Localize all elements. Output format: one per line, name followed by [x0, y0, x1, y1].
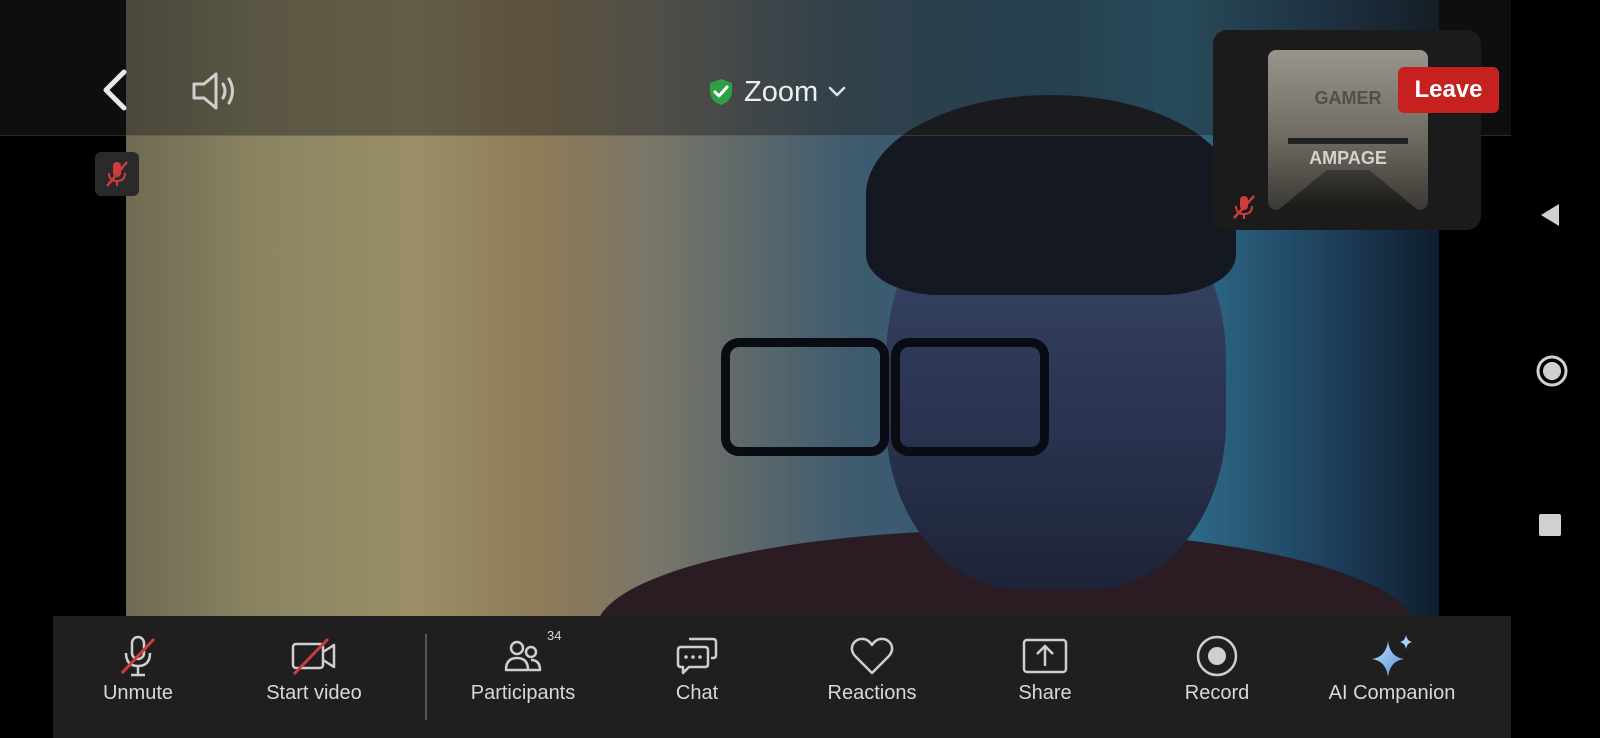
speaker-button[interactable] — [190, 70, 240, 112]
chat-label: Chat — [675, 682, 719, 704]
back-button[interactable] — [98, 68, 134, 112]
reactions-label: Reactions — [827, 682, 917, 704]
meeting-title-button[interactable]: Zoom — [708, 72, 846, 112]
glasses-left-lens — [721, 338, 889, 456]
mic-off-icon — [120, 635, 156, 677]
speaker-mute-indicator — [95, 152, 139, 196]
share-button[interactable]: Share — [970, 632, 1120, 722]
toolbar-divider — [425, 634, 427, 720]
record-label: Record — [1184, 682, 1250, 704]
nav-back-button[interactable] — [1535, 200, 1565, 235]
start-video-button[interactable]: Start video — [239, 632, 389, 722]
self-view-mute-indicator — [1231, 193, 1257, 226]
glasses-right-lens — [891, 338, 1049, 456]
meeting-toolbar: Unmute Start video 34 Participants Chat … — [53, 616, 1511, 738]
thumbnail-logo-text-bottom: AMPAGE — [1309, 148, 1387, 168]
ai-companion-button[interactable]: AI Companion — [1317, 632, 1467, 722]
thumbnail-logo-base — [1278, 170, 1418, 210]
meeting-title: Zoom — [744, 75, 819, 108]
participants-button[interactable]: 34 Participants — [448, 628, 598, 722]
reactions-button[interactable]: Reactions — [797, 632, 947, 722]
nav-recents-button[interactable] — [1535, 510, 1565, 545]
start-video-label: Start video — [266, 682, 362, 704]
speaker-icon — [192, 72, 234, 110]
participants-count-badge: 34 — [547, 628, 562, 643]
self-view-tile[interactable]: GAMER AMPAGE — [1213, 30, 1481, 230]
thumbnail-logo-bar — [1288, 138, 1408, 144]
shield-check-icon — [710, 79, 732, 105]
chevron-down-icon — [828, 86, 846, 97]
mic-off-icon — [1233, 195, 1255, 219]
mic-off-icon — [106, 161, 128, 187]
nav-home-button[interactable] — [1535, 354, 1569, 393]
system-nav-bar — [1511, 0, 1600, 738]
chevron-left-icon — [103, 69, 127, 111]
heart-icon — [850, 637, 894, 675]
share-label: Share — [1018, 682, 1072, 704]
square-recents-icon — [1539, 514, 1561, 536]
people-icon — [504, 640, 542, 672]
chat-icon — [676, 637, 718, 675]
circle-home-icon — [1536, 355, 1568, 387]
record-button[interactable]: Record — [1142, 632, 1292, 722]
unmute-button[interactable]: Unmute — [63, 632, 213, 722]
chat-button[interactable]: Chat — [622, 632, 772, 722]
video-off-icon — [291, 637, 336, 676]
record-icon — [1196, 635, 1238, 677]
ai-companion-label: AI Companion — [1328, 682, 1456, 704]
triangle-back-icon — [1541, 204, 1559, 226]
leave-button[interactable]: Leave — [1398, 67, 1499, 113]
sparkle-icon — [1372, 635, 1412, 677]
unmute-label: Unmute — [102, 682, 174, 704]
participants-label: Participants — [470, 682, 576, 704]
share-icon — [1022, 638, 1068, 674]
